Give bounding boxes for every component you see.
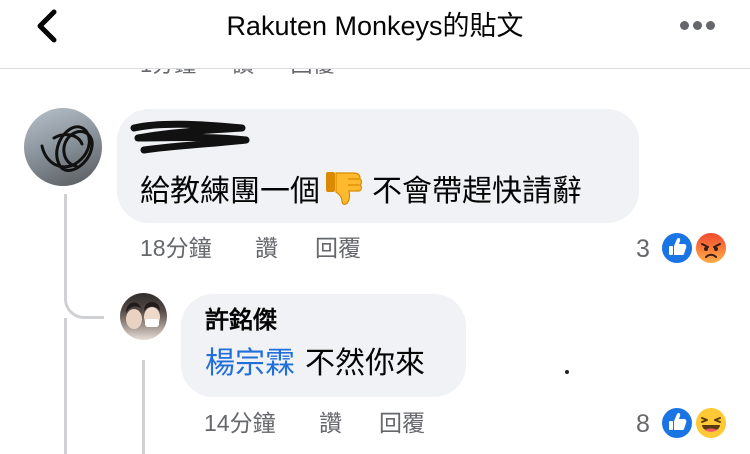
mention-link[interactable]: 楊宗霖 bbox=[205, 347, 295, 380]
comment-text: 楊宗霖 不然你來 bbox=[205, 344, 425, 384]
avatar[interactable] bbox=[120, 293, 167, 340]
comment-text-part: 給教練團一個 bbox=[140, 175, 320, 208]
avatar-photo bbox=[126, 302, 160, 329]
top-bar: Rakuten Monkeys的貼文 bbox=[0, 0, 750, 69]
thumbs-down-emoji-icon bbox=[326, 172, 363, 205]
like-reaction-icon[interactable] bbox=[660, 231, 694, 265]
comment-text: 給教練團一個 不會帶趕快請辭 bbox=[140, 168, 582, 212]
thread-line bbox=[64, 194, 67, 286]
reaction-count[interactable]: 3 bbox=[636, 234, 650, 264]
haha-reaction-icon[interactable] bbox=[694, 406, 728, 440]
reply-button[interactable]: 回覆 bbox=[379, 408, 425, 438]
page-title: Rakuten Monkeys的貼文 bbox=[226, 11, 524, 41]
thread-branch bbox=[64, 283, 104, 319]
scribble-mark bbox=[40, 125, 94, 172]
like-button[interactable]: 讚 bbox=[255, 233, 278, 263]
comment-time: 14分鐘 bbox=[204, 410, 276, 436]
stray-dot bbox=[565, 370, 569, 374]
comment-text-part: 不會帶趕快請辭 bbox=[372, 175, 582, 208]
thread-line bbox=[64, 318, 67, 454]
reply-button[interactable]: 回覆 bbox=[315, 233, 361, 263]
redacted-author-name bbox=[130, 120, 250, 154]
comment-text-part: 不然你來 bbox=[305, 347, 425, 380]
like-reaction-icon[interactable] bbox=[660, 406, 694, 440]
more-horizontal-icon[interactable] bbox=[680, 20, 720, 32]
avatar[interactable] bbox=[24, 108, 102, 186]
like-button[interactable]: 讚 bbox=[319, 408, 342, 438]
comment-time: 18分鐘 bbox=[140, 235, 212, 261]
comment-author[interactable]: 許銘傑 bbox=[205, 305, 277, 337]
reaction-count[interactable]: 8 bbox=[636, 409, 650, 439]
angry-reaction-icon[interactable] bbox=[694, 231, 728, 265]
reply-thread-line bbox=[142, 360, 145, 454]
